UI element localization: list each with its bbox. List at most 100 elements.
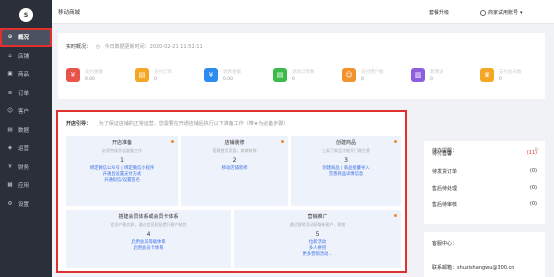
guide-card-title: 店铺装修 [224,140,245,146]
todo-count: (11) [526,150,537,156]
new-visit-icon: ▥ [411,68,425,82]
guide-step-number: 3 [344,156,348,164]
store-icon: ⌂ [8,52,12,59]
required-star-icon [281,140,284,143]
sidebar-item-5[interactable]: ▤ 数据 [0,121,52,140]
guide-card-4: 搭建会员体系或会员卡体系 会员产能优质，通过会员权益提升客户粘性 4 启用会员等级体系… [66,210,231,268]
user-menu[interactable]: 商家试用账号 ▾ [480,9,523,16]
guide-card-1: 开店准备 必须完成开店准备工作 1 绑定微信公众号 | 绑定微信小程序 开通且设置支付方… [66,136,178,206]
sidebar-item-label: 数据 [18,127,30,134]
todo-count: (0) [529,201,537,207]
guide-subtitle: 为了保证店铺的正常运营，您需要在开通店铺后执行以下准备工作（带★为必备步骤） [98,121,289,127]
stat-card[interactable]: ☺ 支付用户数 0 [342,65,402,85]
todo-item[interactable]: 待发货订单 (0) [432,168,537,175]
refund-order-icon: ▤ [273,68,287,82]
stat-value: 0 [499,76,502,82]
stat-card[interactable]: ▤ 退款订单数 0 [273,65,333,85]
stat-value: 0 [292,76,295,82]
required-star-icon [394,140,397,143]
sidebar-item-4[interactable]: ☺ 客户 [0,102,52,121]
sidebar-item-label: 店铺 [18,53,30,60]
sidebar-item-3[interactable]: ≡ 订单 [0,84,52,103]
todo-count: (0) [529,168,537,174]
app-title: 移动商城 [58,9,81,16]
payment-icon: ¥ [66,68,80,82]
sidebar-item-0[interactable]: ⊙ 概况 [0,28,52,47]
logo[interactable]: S [19,8,33,22]
todo-label: 售后待处理 [432,186,458,192]
todo-item[interactable]: 售后待处理 (0) [432,185,537,192]
stat-value: 0.00 [85,76,96,82]
guide-link[interactable]: 移动店铺装修 [181,166,288,172]
sidebar-item-2[interactable]: ▣ 商品 [0,65,52,84]
sidebar-item-9[interactable]: ⚙ 设置 [0,195,52,214]
stat-card[interactable]: ¥ 退款金额 0.00 [204,65,264,85]
todo-panel: 待办提醒： ↻ 待付售馨 (11) 待发货订单 (0) 售后待处理 (0) 售后待审核 (0) [424,141,545,224]
guide-card-desc: 必须完成开店准备工作 [102,147,142,153]
clock-icon: ◷ [95,44,100,50]
stat-label: 支付会员数 [499,69,522,75]
todo-item[interactable]: 待付售馨 (11) [432,150,537,157]
guide-card-desc: 搭建首页页面，商城装饰 [212,147,257,153]
guide-link[interactable]: 启用会员卡体系 [66,246,231,252]
stat-label: 支付用户数 [361,69,384,75]
stat-card[interactable]: ¥ 支付金额 0.00 [66,65,126,85]
paid-order-icon: ▤ [135,68,149,82]
todo-item[interactable]: 售后待审核 (0) [432,201,537,208]
sidebar-item-7[interactable]: ¥ 财务 [0,158,52,177]
guide-step-number: 4 [146,230,151,238]
sidebar-item-1[interactable]: ⌂ 店铺 [0,47,52,66]
todo-count: (0) [529,185,537,191]
sidebar-item-6[interactable]: ◈ 运营 [0,139,52,158]
todo-label: 待付售馨 [432,151,453,157]
upgrade-link[interactable]: 套餐升级 [429,9,449,16]
required-star-icon [171,140,174,143]
sidebar-item-label: 商品 [18,72,30,79]
customer-icon: ☺ [7,108,13,115]
stat-label: 支付订单 [154,69,172,75]
sidebar-item-label: 设置 [18,201,30,208]
todo-label: 待发货订单 [432,169,458,175]
guide-title: 开店引导： [66,121,92,127]
guide-card-2: 店铺装修 搭建首页页面，商城装饰 2 移动店铺装修 [181,136,288,206]
stat-label: 新增访 [430,69,444,75]
stat-card[interactable]: ▤ 支付订单 0 [135,65,195,85]
stat-card[interactable]: ▥ 新增访 0 [411,65,471,85]
apps-icon: ▦ [7,182,13,189]
stat-card[interactable]: ♛ 支付会员数 0 [480,65,540,85]
overview-header: 实时概况： ◷ 今日数据更新时间：2020-02-21 11:52:11 [66,43,203,50]
guide-step-number: 1 [120,156,124,164]
sidebar-item-label: 概况 [18,35,30,42]
required-star-icon [394,214,397,217]
chevron-down-icon: ▾ [520,9,523,16]
guide-card-title: 开店准备 [111,140,132,146]
contact-email: 联系邮箱：shuzishangwu@300.cn [432,265,515,271]
top-bar: 移动商城 套餐升级 商家试用账号 ▾ [52,0,554,24]
overview-subtitle: 今日数据更新时间：2020-02-21 11:52:11 [104,44,203,50]
sidebar-item-label: 订单 [18,90,30,97]
data-icon: ▤ [7,126,13,133]
stat-value: 0 [430,76,433,82]
guide-card-desc: 上架了商品才能开门做生意 [322,147,370,153]
guide-header: 开店引导： 为了保证店铺的正常运营，您需要在开通店铺后执行以下准备工作（带★为必… [66,120,288,127]
service-center: 客服中心： 联系邮箱：shuzishangwu@300.cn [424,232,545,277]
sidebar-item-8[interactable]: ▦ 应用 [0,176,52,195]
member-icon: ♛ [480,68,494,82]
paying-user-icon: ☺ [342,68,356,82]
stat-value: 0 [361,76,364,82]
finance-icon: ¥ [8,163,12,170]
user-icon [480,9,486,16]
guide-step-number: 2 [232,156,237,164]
stat-label: 退款金额 [223,69,241,75]
stat-value: 0 [154,76,157,82]
guide-link[interactable]: 更多营销活动... [234,252,401,258]
dashboard-icon: ⊙ [7,34,13,41]
guide-link[interactable]: 完善商品详情信息 [291,172,401,178]
guide-card-desc: 会员产能优质，通过会员权益提升客户粘性 [110,221,187,227]
settings-icon: ⚙ [7,200,13,207]
guide-link[interactable]: 开通短信/设置签名 [66,178,178,184]
sidebar: S ⊙ 概况 ⌂ 店铺 ▣ 商品 ≡ 订单 ☺ 客户 ▤ 数据 ◈ 运营 ¥ 财务 ▦ 应用 ⚙ 设置 [0,0,52,277]
guide-step-number: 5 [315,230,320,238]
guide-card-desc: 通过营销活动获取新客户，裂变 [289,221,346,227]
store-setup-guide: 开店引导： 为了保证店铺的正常运营，您需要在开通店铺后执行以下准备工作（带★为必… [56,110,407,273]
